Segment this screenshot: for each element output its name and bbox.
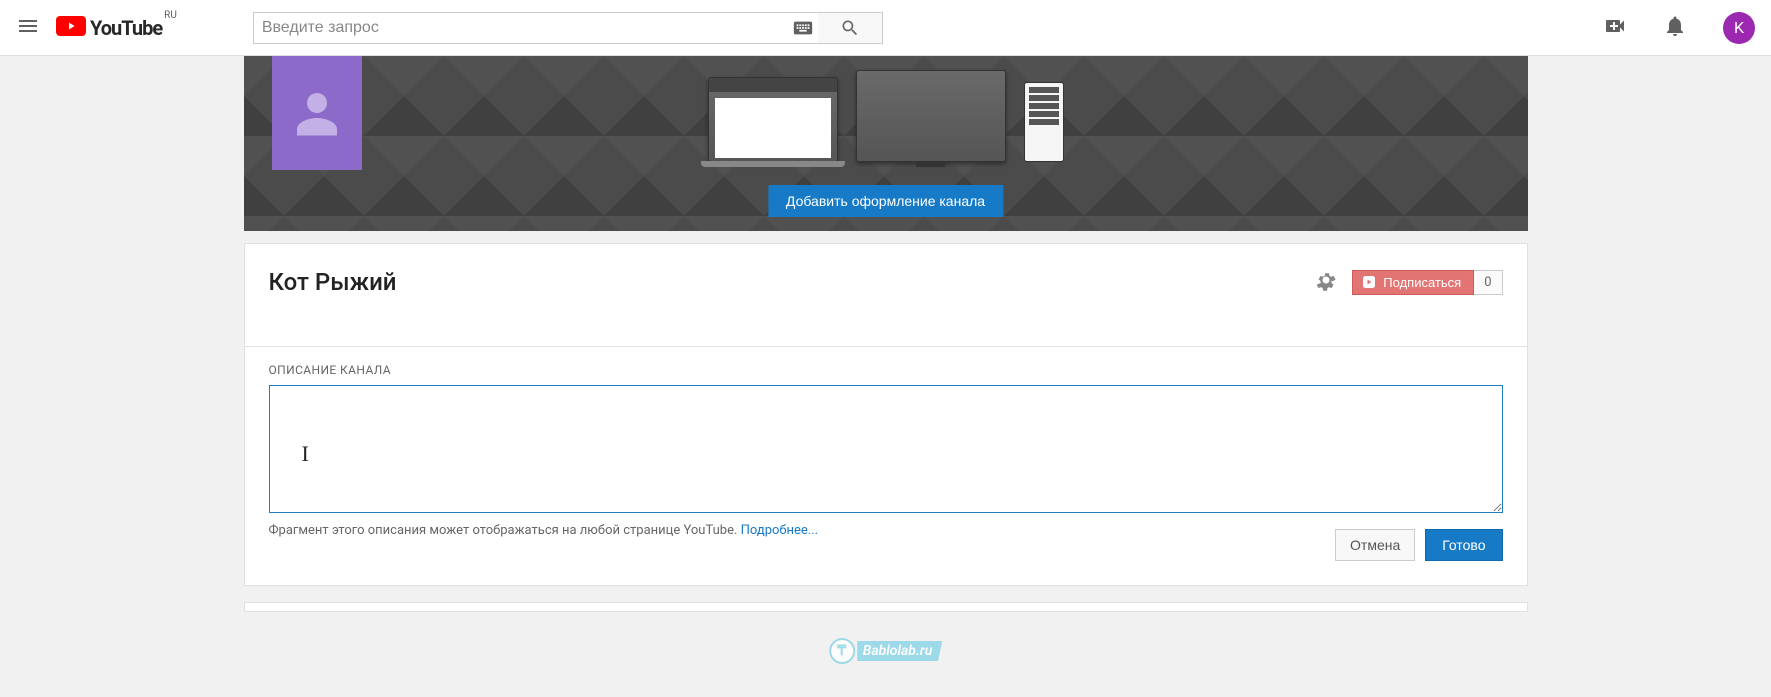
done-button[interactable]: Готово — [1425, 529, 1502, 561]
section-divider — [244, 602, 1528, 612]
phone-preview — [1024, 82, 1064, 162]
upload-icon[interactable] — [1603, 14, 1627, 42]
description-help-text: Фрагмент этого описания может отображать… — [269, 523, 819, 538]
subscribe-widget: Подписаться 0 — [1352, 270, 1502, 295]
notifications-icon[interactable] — [1663, 14, 1687, 42]
learn-more-link[interactable]: Подробнее... — [741, 523, 818, 538]
device-previews — [708, 62, 1064, 162]
subscriber-count: 0 — [1474, 270, 1502, 295]
avatar-letter: K — [1734, 18, 1744, 37]
watermark: ₸ Bablolab.ru — [829, 638, 943, 664]
youtube-logo[interactable]: YouTube RU — [56, 16, 177, 40]
keyboard-icon[interactable] — [788, 12, 818, 44]
logo-text: YouTube — [90, 16, 162, 40]
channel-banner: Добавить оформление канала — [244, 56, 1528, 231]
search-button[interactable] — [818, 12, 883, 44]
subscribe-button[interactable]: Подписаться — [1352, 270, 1474, 295]
description-section: ОПИСАНИЕ КАНАЛА Фрагмент этого описания … — [244, 347, 1528, 586]
watermark-badge: ₸ — [829, 638, 855, 664]
search-form — [253, 12, 883, 44]
masthead: YouTube RU K — [0, 0, 1771, 56]
play-icon — [1361, 276, 1377, 288]
cancel-button[interactable]: Отмена — [1335, 529, 1415, 561]
add-channel-art-button[interactable]: Добавить оформление канала — [768, 185, 1003, 217]
search-input[interactable] — [253, 12, 828, 44]
description-textarea[interactable] — [269, 385, 1503, 513]
page-container: Добавить оформление канала Кот Рыжий Под… — [244, 56, 1528, 612]
tv-preview — [856, 70, 1006, 162]
settings-icon[interactable] — [1314, 268, 1338, 296]
play-icon — [56, 16, 86, 36]
laptop-preview — [708, 77, 838, 162]
search-icon — [840, 18, 860, 38]
menu-icon[interactable] — [16, 14, 40, 42]
description-label: ОПИСАНИЕ КАНАЛА — [269, 363, 1503, 377]
account-avatar[interactable]: K — [1723, 12, 1755, 44]
channel-header-section: Кот Рыжий Подписаться 0 — [244, 243, 1528, 347]
channel-name: Кот Рыжий — [269, 268, 397, 296]
logo-region: RU — [164, 10, 177, 21]
channel-avatar[interactable] — [272, 56, 362, 170]
subscribe-label: Подписаться — [1383, 275, 1461, 290]
watermark-text: Bablolab.ru — [857, 641, 943, 661]
